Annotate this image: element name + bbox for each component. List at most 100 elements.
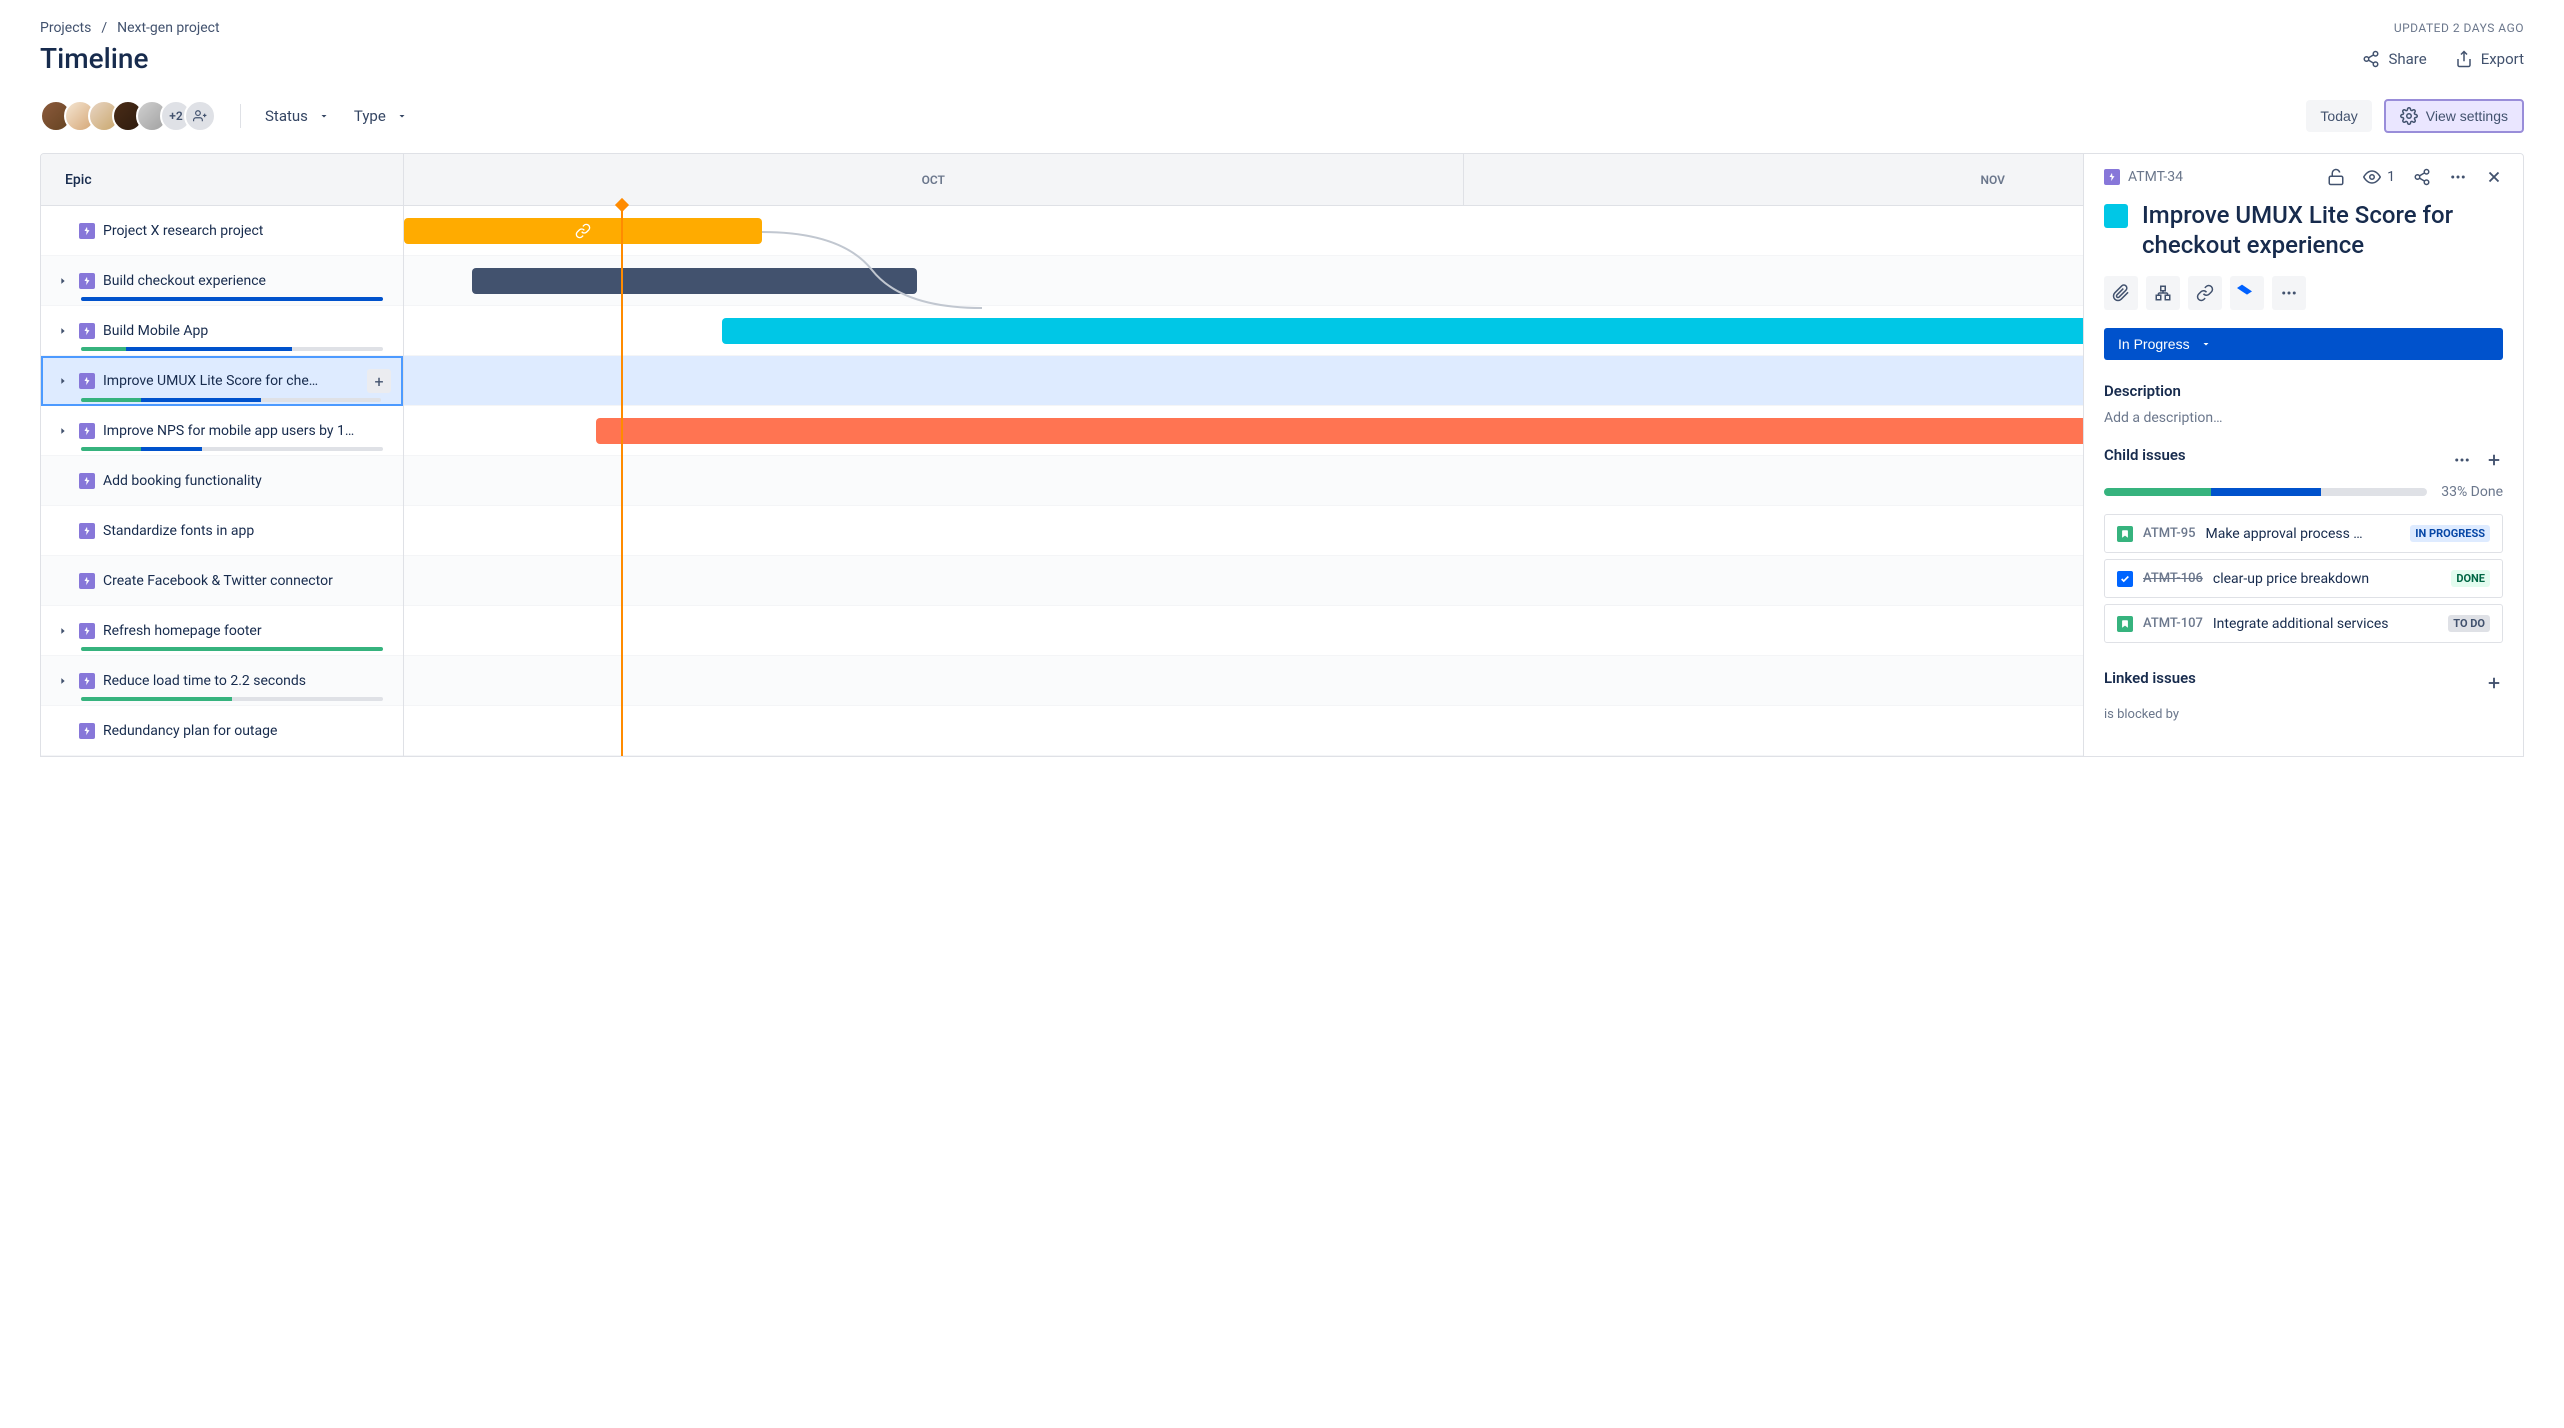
- status-badge: DONE: [2451, 570, 2490, 587]
- epic-row[interactable]: Standardize fonts in app: [41, 506, 403, 556]
- progress-bar: [81, 347, 383, 351]
- epic-row[interactable]: Project X research project: [41, 206, 403, 256]
- epic-name: Improve NPS for mobile app users by 1…: [103, 423, 391, 439]
- breadcrumb: Projects / Next-gen project: [40, 20, 220, 36]
- attach-button[interactable]: [2104, 276, 2138, 310]
- epic-color[interactable]: [2104, 204, 2128, 228]
- more-actions-button[interactable]: [2272, 276, 2306, 310]
- attachment-icon: [2112, 284, 2130, 302]
- expand-icon[interactable]: [55, 626, 71, 636]
- divider: [240, 104, 241, 128]
- epic-icon: [79, 573, 95, 589]
- share-button[interactable]: Share: [2362, 50, 2426, 68]
- status-badge: IN PROGRESS: [2410, 525, 2490, 542]
- epic-row[interactable]: Redundancy plan for outage: [41, 706, 403, 756]
- chevron-down-icon: [396, 110, 408, 122]
- epic-name: Project X research project: [103, 223, 391, 239]
- epic-name: Redundancy plan for outage: [103, 723, 391, 739]
- add-child-button[interactable]: [2146, 276, 2180, 310]
- progress-bar: [81, 398, 381, 402]
- view-settings-button[interactable]: View settings: [2384, 99, 2524, 133]
- more-icon[interactable]: [2449, 168, 2467, 186]
- epic-row[interactable]: Build Mobile App: [41, 306, 403, 356]
- breadcrumb-separator: /: [101, 20, 107, 36]
- link-icon: [575, 223, 591, 239]
- epic-icon: [79, 373, 95, 389]
- progress-bar: [81, 447, 383, 451]
- dropbox-icon: [2237, 283, 2257, 303]
- breadcrumb-projects[interactable]: Projects: [40, 20, 91, 36]
- issue-key: ATMT-95: [2143, 526, 2195, 541]
- epic-icon: [79, 523, 95, 539]
- epic-name: Standardize fonts in app: [103, 523, 391, 539]
- more-icon[interactable]: [2453, 451, 2471, 469]
- epic-icon: [79, 723, 95, 739]
- dependency-line: [762, 220, 982, 310]
- status-dropdown[interactable]: In Progress: [2104, 328, 2503, 360]
- issue-summary: Integrate additional services: [2213, 616, 2438, 632]
- issue-key: ATMT-107: [2143, 616, 2203, 631]
- epic-icon: [79, 323, 95, 339]
- description-label: Description: [2104, 382, 2503, 400]
- epic-icon: [2104, 169, 2120, 185]
- expand-icon[interactable]: [55, 426, 71, 436]
- epic-row[interactable]: Build checkout experience: [41, 256, 403, 306]
- epic-row[interactable]: Refresh homepage footer: [41, 606, 403, 656]
- epic-name: Build checkout experience: [103, 273, 391, 289]
- page-title: Timeline: [40, 42, 148, 75]
- issue-detail-panel: ATMT-34 1 Improve UMUX Lite Score for ch…: [2083, 154, 2523, 756]
- expand-icon[interactable]: [55, 676, 71, 686]
- child-issue-item[interactable]: ATMT-106clear-up price breakdownDONE: [2104, 559, 2503, 598]
- close-icon[interactable]: [2485, 168, 2503, 186]
- breadcrumb-project[interactable]: Next-gen project: [117, 20, 219, 36]
- done-percentage: 33% Done: [2441, 484, 2503, 500]
- unlock-icon[interactable]: [2327, 168, 2345, 186]
- epic-row[interactable]: Improve NPS for mobile app users by 1…: [41, 406, 403, 456]
- share-icon[interactable]: [2413, 168, 2431, 186]
- progress-bar: [81, 297, 383, 301]
- epic-name: Improve UMUX Lite Score for che…: [103, 373, 359, 389]
- epic-column-header: Epic: [41, 154, 403, 206]
- epic-name: Refresh homepage footer: [103, 623, 391, 639]
- dropbox-button[interactable]: [2230, 276, 2264, 310]
- description-field[interactable]: Add a description…: [2104, 410, 2503, 426]
- expand-icon[interactable]: [55, 326, 71, 336]
- watchers-button[interactable]: 1: [2363, 168, 2395, 186]
- issue-title[interactable]: Improve UMUX Lite Score for checkout exp…: [2142, 200, 2503, 260]
- type-filter[interactable]: Type: [354, 107, 408, 125]
- month-header: OCT: [404, 154, 1464, 205]
- link-icon: [2196, 284, 2214, 302]
- issue-key[interactable]: ATMT-34: [2104, 169, 2183, 185]
- plus-icon[interactable]: [2485, 451, 2503, 469]
- today-line: [621, 206, 623, 756]
- avatar-group: +2: [40, 100, 216, 132]
- plus-icon[interactable]: [2485, 674, 2503, 692]
- add-person-icon: [193, 109, 207, 123]
- today-button[interactable]: Today: [2306, 100, 2371, 132]
- expand-icon[interactable]: [55, 376, 71, 386]
- link-button[interactable]: [2188, 276, 2222, 310]
- epic-row[interactable]: Add booking functionality: [41, 456, 403, 506]
- share-icon: [2362, 50, 2380, 68]
- child-issue-item[interactable]: ATMT-95Make approval process …IN PROGRES…: [2104, 514, 2503, 553]
- epic-row[interactable]: Reduce load time to 2.2 seconds: [41, 656, 403, 706]
- add-people-button[interactable]: [184, 100, 216, 132]
- chevron-down-icon: [318, 110, 330, 122]
- progress-bar: [81, 697, 383, 701]
- gantt-bar[interactable]: [404, 218, 762, 244]
- epic-icon: [79, 223, 95, 239]
- expand-icon[interactable]: [55, 276, 71, 286]
- more-icon: [2280, 284, 2298, 302]
- updated-timestamp: UPDATED 2 DAYS AGO: [2394, 21, 2524, 35]
- gear-icon: [2400, 107, 2418, 125]
- issue-type-icon: [2117, 616, 2133, 632]
- add-child-button[interactable]: +: [367, 369, 391, 393]
- export-button[interactable]: Export: [2455, 50, 2524, 68]
- issue-type-icon: [2117, 571, 2133, 587]
- epic-name: Reduce load time to 2.2 seconds: [103, 673, 391, 689]
- epic-row[interactable]: Improve UMUX Lite Score for che… +: [41, 356, 403, 406]
- child-issue-item[interactable]: ATMT-107Integrate additional servicesTO …: [2104, 604, 2503, 643]
- status-filter[interactable]: Status: [265, 107, 330, 125]
- epic-row[interactable]: Create Facebook & Twitter connector: [41, 556, 403, 606]
- issue-summary: clear-up price breakdown: [2213, 571, 2441, 587]
